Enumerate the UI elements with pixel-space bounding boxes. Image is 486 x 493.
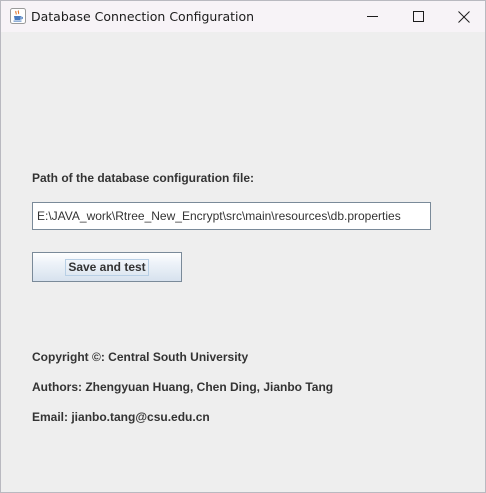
minimize-icon — [366, 11, 378, 22]
email-text: Email: jianbo.tang@csu.edu.cn — [32, 410, 210, 424]
java-cup-icon — [10, 8, 26, 24]
title-bar[interactable]: Database Connection Configuration — [1, 1, 485, 32]
window-title: Database Connection Configuration — [31, 9, 255, 24]
minimize-button[interactable] — [349, 1, 395, 32]
maximize-button[interactable] — [395, 1, 441, 32]
close-button[interactable] — [441, 1, 485, 32]
config-path-label: Path of the database configuration file: — [32, 171, 255, 185]
save-and-test-label: Save and test — [65, 258, 149, 276]
app-window: Database Connection Configuration Path o… — [0, 0, 486, 493]
save-and-test-button[interactable]: Save and test — [32, 252, 182, 282]
authors-text: Authors: Zhengyuan Huang, Chen Ding, Jia… — [32, 380, 334, 394]
maximize-icon — [412, 11, 424, 22]
content-panel: Path of the database configuration file:… — [1, 32, 485, 492]
close-icon — [458, 10, 470, 23]
config-path-input[interactable] — [32, 202, 431, 230]
copyright-text: Copyright ©: Central South University — [32, 350, 249, 364]
